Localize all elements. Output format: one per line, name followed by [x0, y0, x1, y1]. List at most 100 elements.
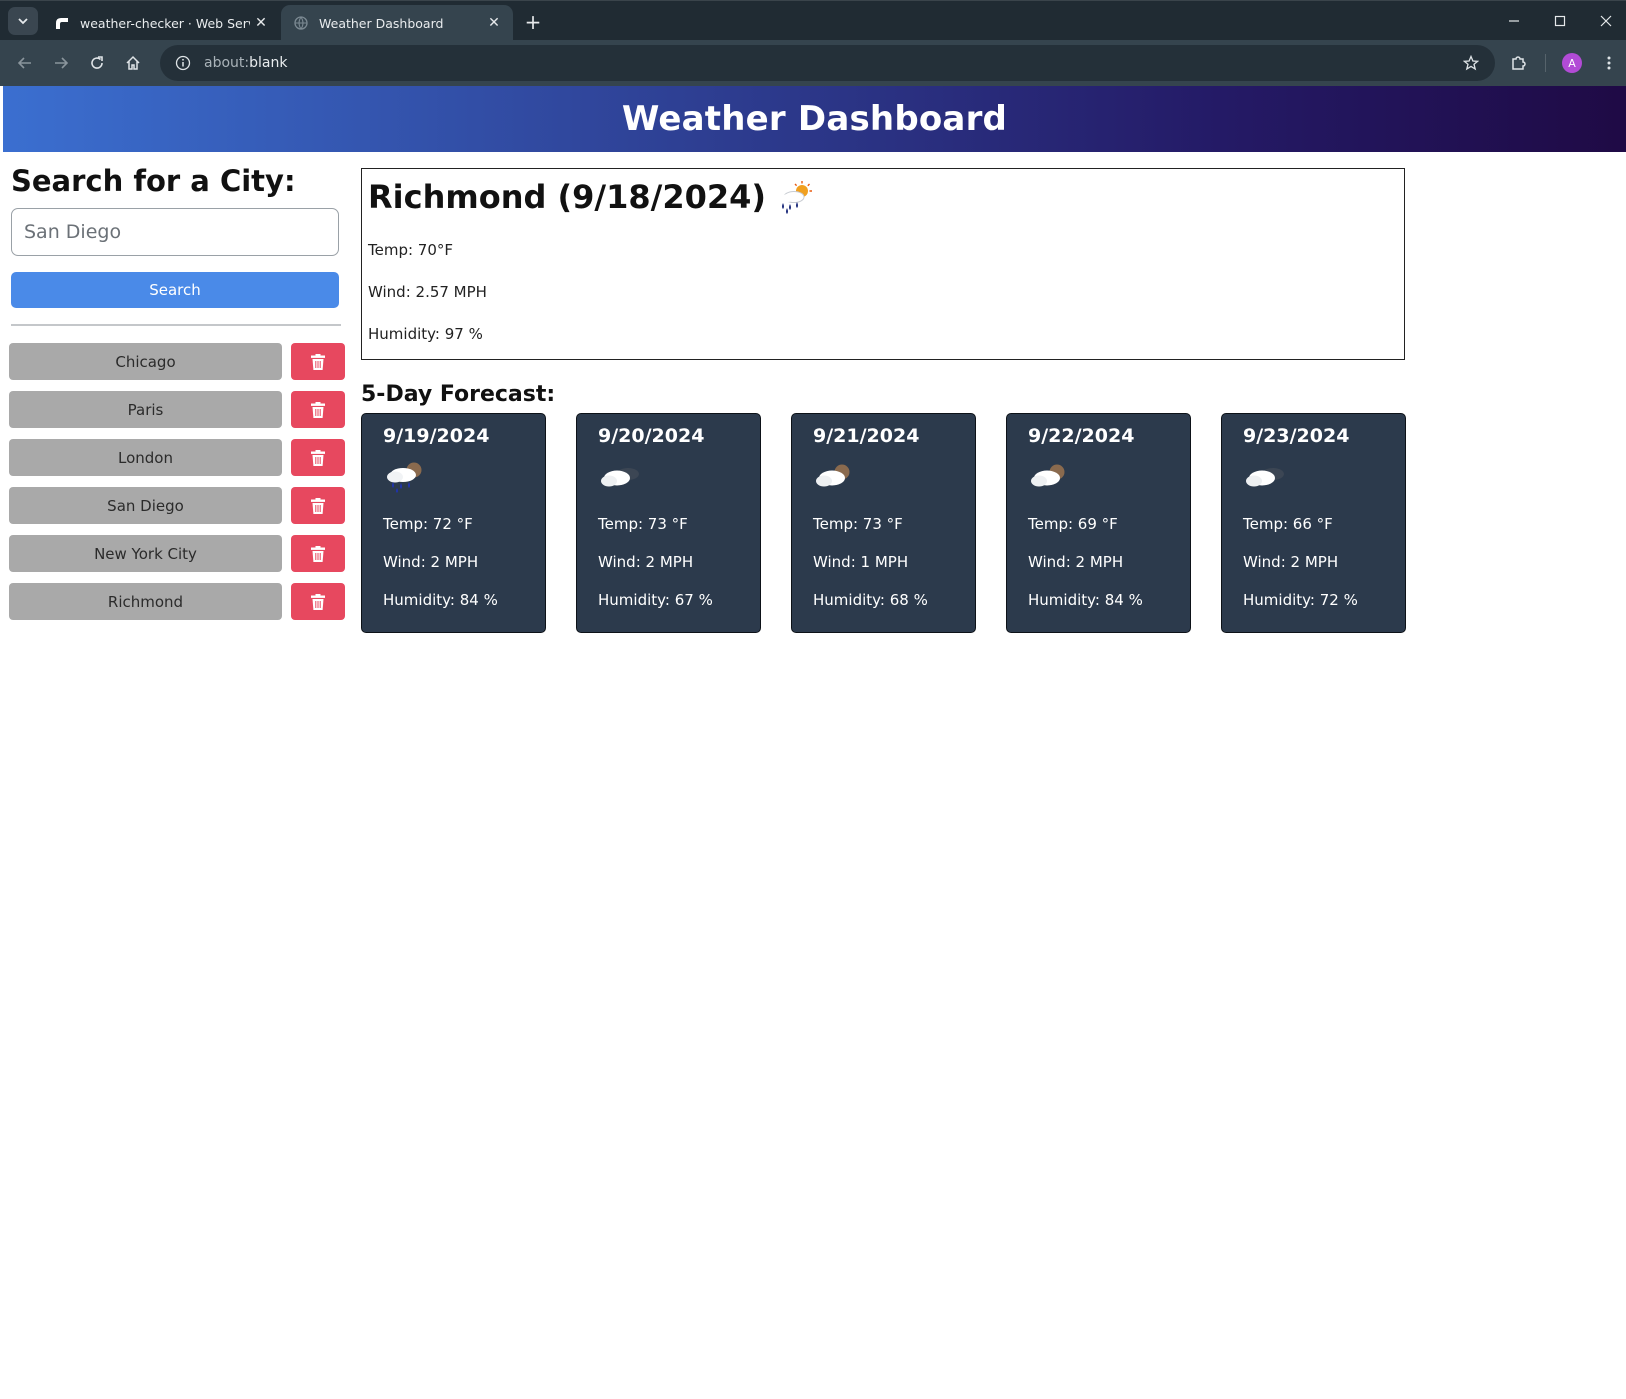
maximize-window-button[interactable]: [1540, 7, 1580, 35]
close-icon: [1600, 15, 1612, 27]
forecast-card: 9/20/2024 Temp: 73 °F Wind: 2 MPH Humidi…: [576, 413, 761, 633]
back-button[interactable]: [10, 48, 40, 78]
toolbar-separator: [1545, 54, 1546, 72]
home-button[interactable]: [118, 48, 148, 78]
home-icon: [126, 55, 140, 70]
forecast-temp: Temp: 73 °F: [813, 515, 903, 533]
site-info-icon[interactable]: [174, 54, 192, 72]
search-button[interactable]: Search: [11, 272, 339, 308]
trash-icon: [311, 353, 325, 370]
delete-city-button[interactable]: [291, 391, 345, 428]
overcast-clouds-icon: [598, 455, 739, 497]
search-sidebar: Search for a City: Search Chicago Paris …: [9, 164, 346, 631]
url-host: blank: [249, 55, 288, 71]
browser-tab-weather-dashboard[interactable]: Weather Dashboard ✕: [281, 5, 513, 41]
address-bar[interactable]: about: blank: [160, 45, 1495, 81]
puzzle-icon: [1512, 56, 1526, 70]
delete-city-button[interactable]: [291, 343, 345, 380]
forecast-card: 9/22/2024 Temp: 69 °F Wind: 2 MPH Humidi…: [1006, 413, 1191, 633]
history-city-button[interactable]: London: [9, 439, 282, 476]
forecast-temp: Temp: 69 °F: [1028, 515, 1118, 533]
broken-clouds-icon: [813, 455, 954, 497]
search-heading: Search for a City:: [11, 164, 296, 198]
profile-avatar[interactable]: A: [1562, 53, 1582, 73]
new-tab-button[interactable]: +: [520, 9, 546, 35]
forecast-humidity: Humidity: 84 %: [383, 591, 498, 609]
reload-icon: [91, 56, 103, 69]
city-date-label: Richmond (9/18/2024): [368, 178, 766, 216]
forecast-wind: Wind: 2 MPH: [1028, 553, 1124, 571]
tab-title: weather-checker · Web Service: [80, 15, 250, 31]
current-weather-title: Richmond (9/18/2024): [368, 178, 1398, 216]
delete-city-button[interactable]: [291, 535, 345, 572]
maximize-icon: [1554, 15, 1566, 27]
tab-search-button[interactable]: [8, 7, 38, 35]
reload-button[interactable]: [82, 48, 112, 78]
more-vertical-icon: [1607, 56, 1611, 70]
current-wind: Wind: 2.57 MPH: [368, 283, 487, 301]
trash-icon: [311, 545, 325, 562]
rain-sun-icon: [774, 180, 814, 214]
current-humidity: Humidity: 97 %: [368, 325, 483, 343]
arrow-right-icon: [55, 57, 69, 69]
forecast-temp: Temp: 66 °F: [1243, 515, 1333, 533]
minimize-window-button[interactable]: [1494, 7, 1534, 35]
globe-icon: [293, 15, 309, 31]
browser-tab-strip: weather-checker · Web Service ✕ Weather …: [0, 0, 1626, 41]
app-header: Weather Dashboard: [3, 86, 1626, 152]
forecast-wind: Wind: 2 MPH: [598, 553, 694, 571]
minimize-icon: [1509, 20, 1519, 22]
forecast-card: 9/21/2024 Temp: 73 °F Wind: 1 MPH Humidi…: [791, 413, 976, 633]
trash-icon: [311, 497, 325, 514]
chevron-down-icon: [18, 18, 28, 25]
browser-tab-web-service[interactable]: weather-checker · Web Service ✕: [42, 5, 280, 41]
forecast-date: 9/20/2024: [598, 425, 705, 447]
close-tab-icon[interactable]: ✕: [483, 12, 505, 34]
current-temp: Temp: 70°F: [368, 241, 454, 259]
history-item: Chicago: [9, 343, 346, 380]
forecast-date: 9/19/2024: [383, 425, 490, 447]
city-search-input[interactable]: [11, 208, 339, 256]
delete-city-button[interactable]: [291, 439, 345, 476]
bookmark-star-icon[interactable]: [1461, 53, 1481, 73]
history-city-button[interactable]: San Diego: [9, 487, 282, 524]
broken-clouds-icon: [1028, 455, 1169, 497]
browser-toolbar: about: blank A: [0, 40, 1626, 86]
search-history-list: Chicago Paris London San Diego New York …: [9, 343, 346, 620]
history-city-button[interactable]: Richmond: [9, 583, 282, 620]
divider: [11, 324, 341, 326]
close-tab-icon[interactable]: ✕: [250, 12, 272, 34]
tab-title: Weather Dashboard: [319, 15, 444, 31]
arrow-left-icon: [17, 57, 31, 69]
delete-city-button[interactable]: [291, 583, 345, 620]
close-window-button[interactable]: [1586, 7, 1626, 35]
forecast-date: 9/21/2024: [813, 425, 920, 447]
forecast-card: 9/19/2024 Temp: 72 °F Wind: 2 MPH Humidi…: [361, 413, 546, 633]
history-item: New York City: [9, 535, 346, 572]
forecast-humidity: Humidity: 67 %: [598, 591, 713, 609]
history-city-button[interactable]: New York City: [9, 535, 282, 572]
overcast-clouds-icon: [1243, 455, 1384, 497]
page-viewport: Weather Dashboard Search for a City: Sea…: [3, 86, 1626, 1399]
history-item: Richmond: [9, 583, 346, 620]
forecast-wind: Wind: 2 MPH: [383, 553, 479, 571]
forecast-wind: Wind: 2 MPH: [1243, 553, 1339, 571]
weather-main: Richmond (9/18/2024) Temp: 70°F Wind: 2.…: [361, 168, 1406, 633]
forecast-temp: Temp: 73 °F: [598, 515, 688, 533]
url-scheme: about:: [204, 55, 250, 71]
render-logo-icon: [54, 15, 70, 31]
history-city-button[interactable]: Paris: [9, 391, 282, 428]
current-weather-card: Richmond (9/18/2024) Temp: 70°F Wind: 2.…: [361, 168, 1405, 360]
browser-menu-button[interactable]: [1594, 48, 1624, 78]
forward-button[interactable]: [46, 48, 76, 78]
history-item: Paris: [9, 391, 346, 428]
delete-city-button[interactable]: [291, 487, 345, 524]
extensions-button[interactable]: [1504, 48, 1534, 78]
history-item: San Diego: [9, 487, 346, 524]
forecast-temp: Temp: 72 °F: [383, 515, 473, 533]
forecast-humidity: Humidity: 84 %: [1028, 591, 1143, 609]
page-title: Weather Dashboard: [621, 99, 1008, 139]
forecast-date: 9/23/2024: [1243, 425, 1350, 447]
forecast-cards: 9/19/2024 Temp: 72 °F Wind: 2 MPH Humidi…: [361, 413, 1406, 633]
history-city-button[interactable]: Chicago: [9, 343, 282, 380]
